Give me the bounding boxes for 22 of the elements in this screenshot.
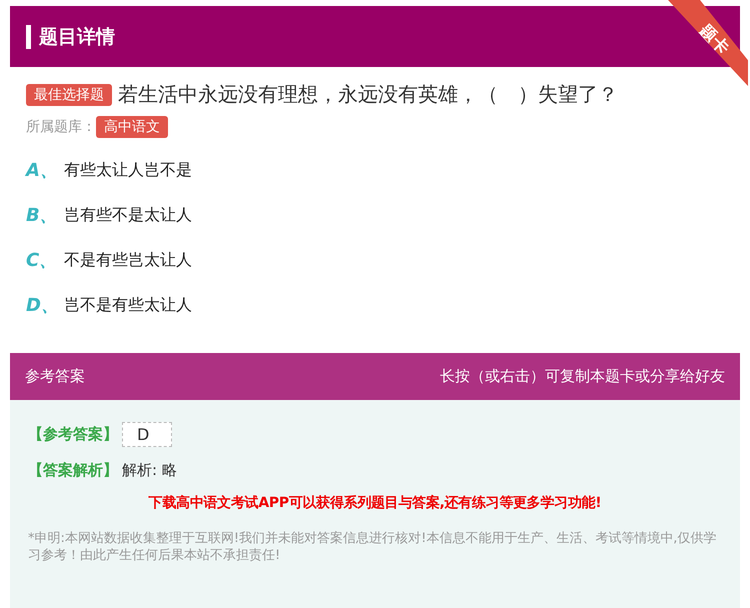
option-text: 有些太让人岂不是 — [64, 160, 192, 180]
option-letter: B、 — [26, 204, 50, 227]
app-promo-text: 下载高中语文考试APP可以获得系列题目与答案,还有练习等更多学习功能! — [148, 494, 602, 512]
analysis-text: 解析: 略 — [122, 461, 177, 480]
disclaimer-text: *申明:本网站数据收集整理于互联网!我们并未能对答案信息进行核对!本信息不能用于生产、生活、考试等情境中,仅供学习参考！由此产生任何后果本站不承担责任! — [28, 530, 718, 564]
option-letter: A、 — [26, 159, 50, 182]
option-text: 不是有些岂太让人 — [64, 250, 192, 270]
answer-label: 【参考答案】 — [28, 425, 118, 444]
question-text: 若生活中永远没有理想，永远没有英雄，（ ）失望了？ — [118, 81, 618, 108]
share-hint: 长按（或右击）可复制本题卡或分享给好友 — [440, 367, 725, 386]
answer-title: 参考答案 — [25, 367, 85, 386]
option-letter: D、 — [26, 294, 50, 317]
question-type-tag: 最佳选择题 — [26, 84, 112, 106]
bank-label: 所属题库： — [26, 118, 96, 136]
option-text: 岂有些不是太让人 — [64, 204, 192, 226]
option-text: 岂不是有些太让人 — [64, 294, 192, 316]
title-bar-accent — [26, 24, 31, 48]
answer-value: D — [122, 422, 172, 447]
page-title: 题目详情 — [39, 24, 115, 50]
bank-tag[interactable]: 高中语文 — [96, 116, 168, 138]
option-letter: C、 — [26, 249, 50, 272]
analysis-label: 【答案解析】 — [28, 461, 118, 480]
